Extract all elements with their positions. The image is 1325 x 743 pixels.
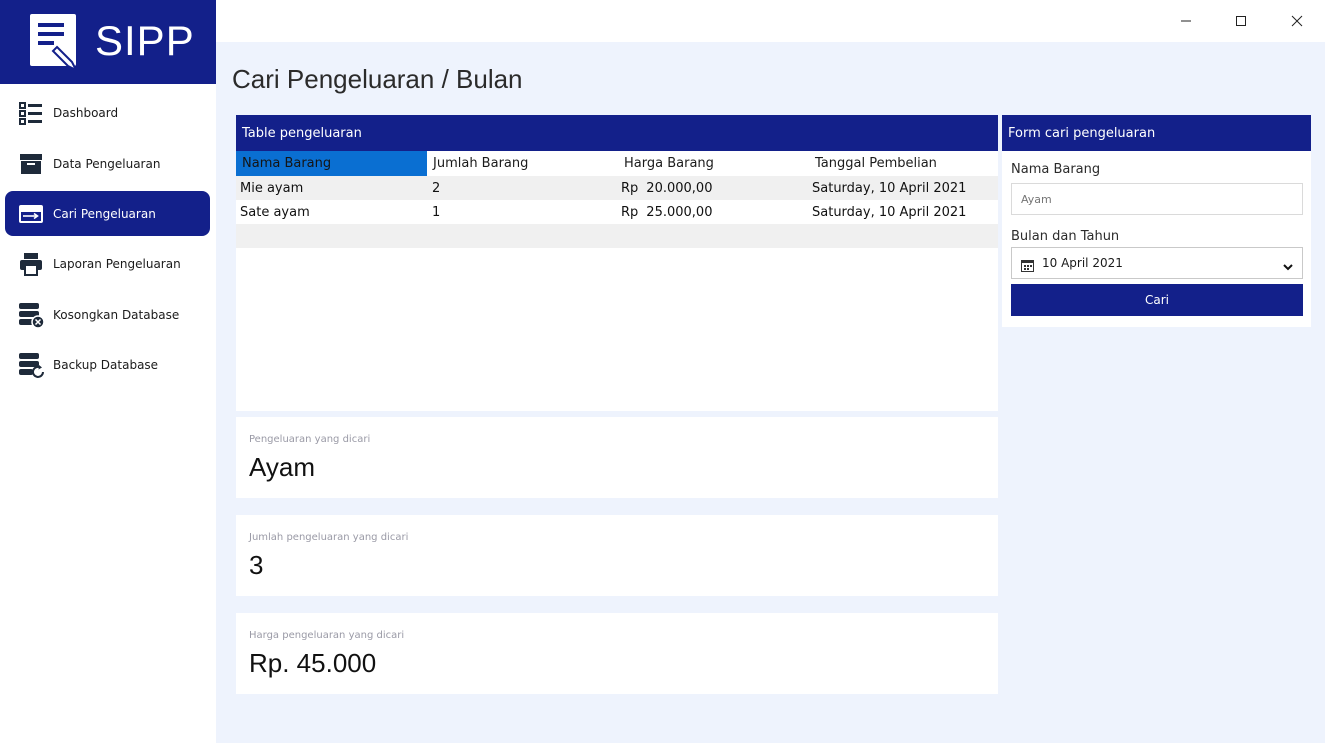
database-backup-icon bbox=[18, 352, 44, 378]
close-button[interactable] bbox=[1274, 0, 1320, 42]
currency-symbol: Rp bbox=[621, 180, 639, 196]
table-row[interactable]: Sate ayam 1 Rp 25.000,00 Saturday, 10 Ap… bbox=[236, 200, 998, 224]
sidebar-item-dashboard[interactable]: Dashboard bbox=[5, 90, 210, 135]
maximize-icon bbox=[1235, 12, 1247, 31]
column-header-jumlah-barang[interactable]: Jumlah Barang bbox=[427, 151, 618, 176]
column-header-tanggal-pembelian[interactable]: Tanggal Pembelian bbox=[809, 151, 998, 176]
cell-tanggal-pembelian: Saturday, 10 April 2021 bbox=[812, 204, 967, 220]
expense-count-card: Jumlah pengeluaran yang dicari 3 bbox=[236, 515, 998, 596]
date-picker[interactable]: 10 April 2021 bbox=[1011, 247, 1303, 279]
expense-total-label: Harga pengeluaran yang dicari bbox=[249, 630, 405, 641]
search-term-card: Pengeluaran yang dicari Ayam bbox=[236, 417, 998, 498]
sidebar-item-label: Backup Database bbox=[53, 357, 159, 372]
nama-barang-input[interactable] bbox=[1011, 183, 1303, 215]
search-term-label: Pengeluaran yang dicari bbox=[249, 434, 371, 445]
table-header-row: Nama Barang Jumlah Barang Harga Barang T… bbox=[236, 151, 998, 176]
page-title: Cari Pengeluaran / Bulan bbox=[232, 64, 523, 94]
table-empty-row bbox=[236, 224, 998, 248]
notepad-pen-icon bbox=[30, 14, 79, 73]
cell-harga-barang: Rp 25.000,00 bbox=[617, 200, 808, 224]
expense-count-value: 3 bbox=[249, 550, 264, 580]
sidebar-item-label: Cari Pengeluaran bbox=[53, 206, 156, 221]
sidebar-item-label: Data Pengeluaran bbox=[53, 156, 161, 171]
brand-header: SIPP bbox=[0, 0, 216, 84]
sidebar-item-data-pengeluaran[interactable]: Data Pengeluaran bbox=[5, 141, 210, 186]
cell-nama-barang: Mie ayam bbox=[240, 180, 304, 196]
sidebar-item-cari-pengeluaran[interactable]: Cari Pengeluaran bbox=[5, 191, 210, 236]
nama-barang-label: Nama Barang bbox=[1011, 162, 1101, 177]
close-icon bbox=[1291, 12, 1303, 31]
cell-harga-barang: Rp 20.000,00 bbox=[617, 176, 808, 200]
cell-nama-barang: Sate ayam bbox=[240, 204, 310, 220]
archive-box-icon bbox=[18, 151, 44, 177]
maximize-button[interactable] bbox=[1218, 0, 1264, 42]
chevron-down-icon bbox=[1282, 258, 1294, 277]
minimize-icon bbox=[1180, 12, 1192, 31]
expense-table-panel: Table pengeluaran Nama Barang Jumlah Bar… bbox=[236, 115, 998, 411]
sidebar-item-backup-database[interactable]: Backup Database bbox=[5, 342, 210, 387]
sidebar-item-laporan-pengeluaran[interactable]: Laporan Pengeluaran bbox=[5, 241, 210, 286]
date-value: 10 April 2021 bbox=[1042, 256, 1123, 270]
sidebar-item-label: Dashboard bbox=[53, 105, 119, 120]
calendar-icon bbox=[1021, 257, 1034, 276]
database-clear-icon bbox=[18, 302, 44, 328]
sidebar: SIPP Dashboard Data Pengeluaran Cari Pen… bbox=[0, 0, 216, 743]
form-panel-title: Form cari pengeluaran bbox=[1002, 115, 1311, 151]
sidebar-item-label: Kosongkan Database bbox=[53, 307, 180, 322]
column-header-nama-barang[interactable]: Nama Barang bbox=[236, 151, 427, 176]
currency-symbol: Rp bbox=[621, 204, 639, 220]
expense-total-card: Harga pengeluaran yang dicari Rp. 45.000 bbox=[236, 613, 998, 694]
price-value: 20.000,00 bbox=[646, 180, 713, 196]
arrow-right-box-icon bbox=[18, 201, 44, 227]
table-row[interactable]: Mie ayam 2 Rp 20.000,00 Saturday, 10 Apr… bbox=[236, 176, 998, 200]
window-titlebar bbox=[216, 0, 1325, 42]
table-panel-title: Table pengeluaran bbox=[236, 115, 998, 151]
minimize-button[interactable] bbox=[1163, 0, 1209, 42]
app-name: SIPP bbox=[95, 17, 195, 64]
expense-total-value: Rp. 45.000 bbox=[249, 648, 377, 678]
sidebar-item-kosongkan-database[interactable]: Kosongkan Database bbox=[5, 292, 210, 337]
list-icon bbox=[18, 100, 44, 126]
search-form-panel: Form cari pengeluaran Nama Barang Bulan … bbox=[1002, 115, 1311, 327]
cari-button[interactable]: Cari bbox=[1011, 284, 1303, 316]
cell-jumlah-barang: 2 bbox=[432, 180, 441, 196]
column-header-harga-barang[interactable]: Harga Barang bbox=[618, 151, 809, 176]
sidebar-item-label: Laporan Pengeluaran bbox=[53, 256, 181, 271]
expense-count-label: Jumlah pengeluaran yang dicari bbox=[249, 532, 409, 543]
cell-jumlah-barang: 1 bbox=[432, 204, 441, 220]
cell-tanggal-pembelian: Saturday, 10 April 2021 bbox=[812, 180, 967, 196]
bulan-tahun-label: Bulan dan Tahun bbox=[1011, 229, 1120, 244]
price-value: 25.000,00 bbox=[646, 204, 713, 220]
search-term-value: Ayam bbox=[249, 452, 315, 482]
printer-icon bbox=[18, 251, 44, 277]
